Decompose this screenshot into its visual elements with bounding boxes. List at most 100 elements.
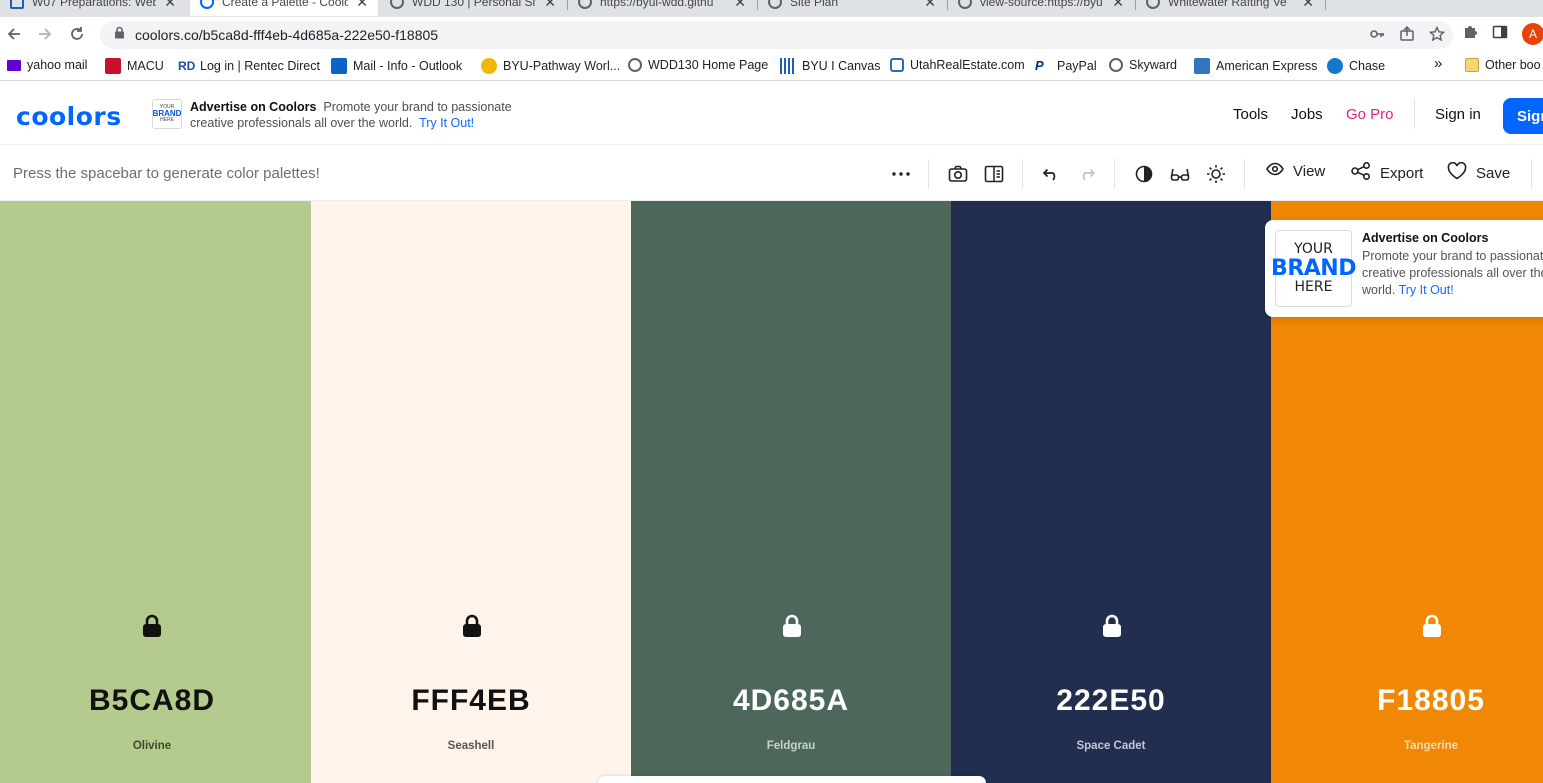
tab-close-icon[interactable]: ✕ (1112, 0, 1124, 11)
address-bar[interactable]: coolors.co/b5ca8d-fff4eb-4d685a-222e50-f… (100, 21, 1453, 49)
toolbar-divider (1022, 159, 1023, 189)
profile-avatar[interactable]: A (1522, 23, 1543, 45)
bookmark-label: MACU (127, 59, 164, 73)
browser-tab-0[interactable]: W07 Preparations: Web ✕ (0, 0, 186, 16)
bookmark-item[interactable]: P PayPal (1035, 58, 1097, 74)
bookmark-item[interactable]: MACU (105, 58, 164, 74)
back-arrow-icon[interactable] (3, 23, 25, 45)
redo-icon[interactable] (1076, 163, 1098, 185)
bookmark-item[interactable]: American Express (1194, 58, 1317, 74)
tab-title: Whitewater Rafting Ve (1168, 0, 1287, 9)
color-column[interactable]: FFF4EB Seashell (311, 201, 631, 783)
color-column[interactable]: B5CA8D Olivine (0, 201, 311, 783)
nav-go-pro[interactable]: Go Pro (1346, 106, 1394, 123)
tab-close-icon[interactable]: ✕ (734, 0, 746, 11)
bookmark-label: yahoo mail (27, 58, 88, 72)
extensions-puzzle-icon[interactable] (1462, 24, 1478, 45)
bookmark-item[interactable]: BYU I Canvas (780, 58, 881, 74)
color-name: Tangerine (1403, 740, 1459, 752)
sign-up-button[interactable]: Sign (1503, 98, 1543, 134)
sign-in-link[interactable]: Sign in (1435, 106, 1481, 123)
tab-close-icon[interactable]: ✕ (356, 0, 368, 11)
view-button[interactable]: View (1266, 162, 1325, 180)
yahoo-mail-icon (7, 59, 21, 71)
color-column[interactable]: 4D685A Feldgrau (631, 201, 951, 783)
header-ad: Advertise on Coolors Promote your brand … (190, 99, 530, 131)
more-options-icon[interactable] (890, 163, 912, 185)
save-label: Save (1476, 164, 1511, 182)
byu-pathway-icon (481, 58, 497, 74)
lock-icon[interactable] (141, 614, 163, 638)
bookmark-label: Log in | Rentec Direct (200, 59, 320, 73)
tab-title: https://byui-wdd.githu (600, 0, 714, 9)
chase-icon (1327, 58, 1343, 74)
bookmark-item[interactable]: Skyward (1109, 58, 1177, 72)
bookmark-item[interactable]: Mail - Info - Outlook (331, 58, 462, 74)
tab-close-icon[interactable]: ✕ (1302, 0, 1314, 11)
browser-tab-6[interactable]: Whitewater Rafting Ve ✕ (1136, 0, 1324, 16)
ad-brand-thumbnail[interactable]: YOUR BRAND HERE (152, 99, 182, 129)
bookmark-item[interactable]: RD Log in | Rentec Direct (178, 58, 320, 74)
nav-tools[interactable]: Tools (1233, 106, 1268, 123)
lock-icon[interactable] (781, 614, 803, 638)
color-hex-code[interactable]: 4D685A (631, 684, 951, 718)
book-view-icon[interactable] (983, 163, 1005, 185)
bookmark-item[interactable]: Chase (1327, 58, 1385, 74)
generator-toolbar: Press the spacebar to generate color pal… (0, 146, 1543, 201)
browser-tab-5[interactable]: view-source:https://byu ✕ (948, 0, 1134, 16)
browser-tab-3[interactable]: https://byui-wdd.githu ✕ (568, 0, 756, 16)
bookmark-item[interactable]: UtahRealEstate.com (890, 58, 1025, 72)
bookmark-star-icon[interactable] (1428, 25, 1446, 47)
globe-icon (958, 0, 972, 9)
globe-icon (1109, 58, 1123, 72)
coolors-logo[interactable]: coolors (16, 102, 122, 131)
side-ad-cta-link[interactable]: Try It Out! (1399, 283, 1454, 297)
color-hex-code[interactable]: B5CA8D (0, 684, 312, 718)
bookmark-label: BYU-Pathway Worl... (503, 59, 621, 73)
heart-icon (1447, 161, 1467, 184)
export-button[interactable]: Export (1351, 161, 1423, 184)
browser-toolbar: coolors.co/b5ca8d-fff4eb-4d685a-222e50-f… (0, 17, 1543, 51)
tab-close-icon[interactable]: ✕ (164, 0, 176, 11)
header-divider (1414, 99, 1415, 129)
lock-icon[interactable] (1421, 614, 1443, 638)
other-bookmarks-folder[interactable]: Other boo (1465, 58, 1541, 72)
key-icon[interactable] (1369, 26, 1385, 47)
color-column[interactable]: 222E50 Space Cadet (951, 201, 1271, 783)
bookmark-label: WDD130 Home Page (648, 58, 769, 72)
canvas-icon (780, 58, 796, 74)
browser-tab-2[interactable]: WDD 130 | Personal Sit ✕ (380, 0, 566, 16)
lock-icon[interactable] (1101, 614, 1123, 638)
side-ad-card[interactable]: YOUR BRAND HERE Advertise on Coolors Pro… (1265, 220, 1543, 317)
browser-tab-4[interactable]: Site Plan ✕ (758, 0, 946, 16)
toolbar-divider (1114, 159, 1115, 189)
nav-jobs[interactable]: Jobs (1291, 106, 1323, 123)
save-button[interactable]: Save (1447, 161, 1511, 184)
bookmark-item[interactable]: yahoo mail (7, 58, 87, 72)
tab-close-icon[interactable]: ✕ (544, 0, 556, 11)
bookmark-item[interactable]: WDD130 Home Page (628, 58, 768, 72)
side-panel-icon[interactable] (1492, 24, 1508, 45)
reload-icon[interactable] (66, 23, 88, 45)
color-hex-code[interactable]: FFF4EB (311, 684, 631, 718)
glasses-icon[interactable] (1169, 163, 1191, 185)
color-hex-code[interactable]: 222E50 (951, 684, 1271, 718)
camera-icon[interactable] (947, 163, 969, 185)
bookmark-item[interactable]: BYU-Pathway Worl... (481, 58, 620, 74)
browser-tab-1[interactable]: Create a Palette - Coolo ✕ (190, 0, 378, 16)
brightness-sun-icon[interactable] (1205, 163, 1227, 185)
lock-icon[interactable] (461, 614, 483, 638)
bookmarks-bar: yahoo mail MACU RD Log in | Rentec Direct… (0, 51, 1543, 81)
contrast-icon[interactable] (1133, 163, 1155, 185)
share-icon[interactable] (1399, 25, 1415, 47)
color-hex-code[interactable]: F18805 (1271, 684, 1543, 718)
tab-close-icon[interactable]: ✕ (924, 0, 936, 11)
undo-icon[interactable] (1040, 163, 1062, 185)
bookmarks-overflow-button[interactable]: » (1434, 55, 1442, 72)
side-ad-title: Advertise on Coolors (1362, 231, 1489, 245)
tab-title: WDD 130 | Personal Sit (412, 0, 537, 9)
amex-icon (1194, 58, 1210, 74)
ad-cta-link[interactable]: Try It Out! (419, 116, 474, 130)
ad-brand-image: YOUR BRAND HERE (1271, 230, 1356, 307)
forward-arrow-icon[interactable] (34, 23, 56, 45)
